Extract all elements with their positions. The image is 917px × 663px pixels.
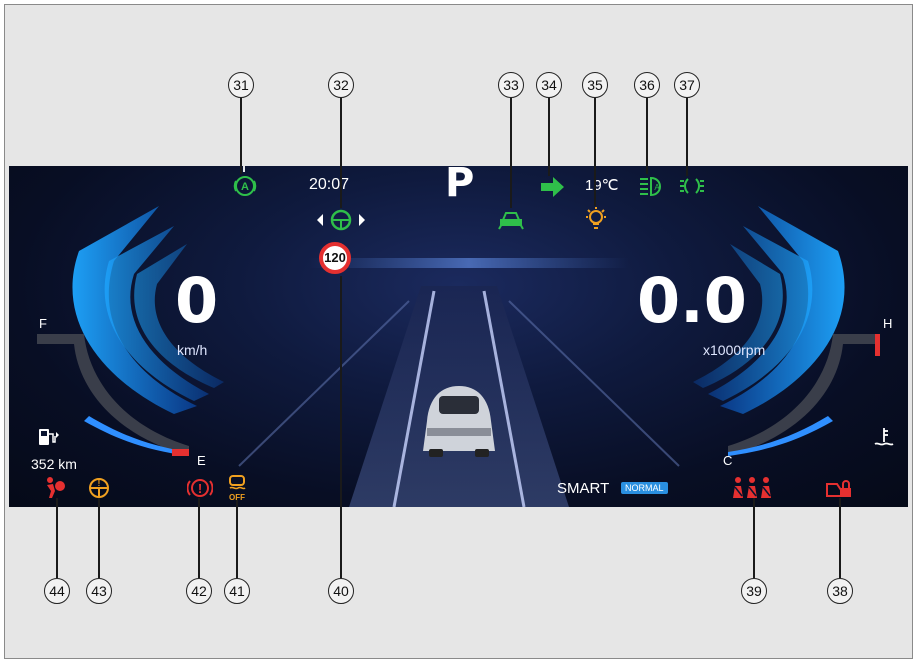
leader-35 — [594, 98, 596, 206]
temp-cold-label: C — [723, 453, 733, 468]
leader-33 — [510, 98, 512, 208]
esp-off-icon: OFF — [229, 475, 246, 502]
seatbelt-reminder-icon — [733, 477, 771, 498]
callout-38: 38 — [827, 578, 853, 604]
callout-33: 33 — [498, 72, 524, 98]
steering-fault-icon: ! — [89, 478, 109, 498]
drive-mode-badge: NORMAL — [621, 482, 668, 494]
fuel-empty-label: E — [197, 453, 206, 468]
bulb-fault-icon — [586, 207, 606, 229]
svg-text:A: A — [654, 183, 660, 192]
callout-41: 41 — [224, 578, 250, 604]
fuel-gauge-red-segment — [172, 449, 189, 456]
cluster-graphics — [37, 166, 880, 507]
leader-43 — [98, 498, 100, 578]
tach-unit: x1000rpm — [703, 342, 766, 358]
leader-34 — [548, 98, 550, 176]
callout-34: 34 — [536, 72, 562, 98]
leader-41 — [236, 500, 238, 578]
callout-44: 44 — [44, 578, 70, 604]
tach-readout: 0.0 — [637, 264, 747, 337]
callout-40: 40 — [328, 578, 354, 604]
svg-text:!: ! — [98, 479, 101, 488]
leader-31 — [240, 98, 242, 174]
leader-32 — [340, 98, 342, 208]
temp-gauge-red-segment — [875, 334, 880, 356]
door-lock-icon — [826, 480, 851, 497]
callout-35: 35 — [582, 72, 608, 98]
turn-signal-icon — [541, 177, 564, 197]
callout-42: 42 — [186, 578, 212, 604]
clock: 20:07 — [309, 176, 350, 193]
coolant-temp-icon — [874, 428, 894, 446]
speed-unit: km/h — [177, 342, 208, 358]
leader-36 — [646, 98, 648, 174]
callout-36: 36 — [634, 72, 660, 98]
speed-readout: 0 — [175, 264, 219, 337]
temp-hot-label: H — [883, 316, 893, 331]
callout-32: 32 — [328, 72, 354, 98]
auto-headlight-icon: A — [640, 176, 661, 197]
instrument-cluster: A 20:07 P 19℃ A 120 0 km/h 0.0 x1000rpm … — [9, 166, 908, 507]
drive-mode-label: SMART — [557, 480, 610, 497]
svg-text:!: ! — [198, 481, 202, 496]
speed-limit-value: 120 — [324, 250, 346, 265]
steering-assist-icon — [317, 209, 365, 231]
front-vehicle-icon — [498, 212, 524, 230]
leader-38 — [839, 498, 841, 578]
callout-31: 31 — [228, 72, 254, 98]
fuel-full-label: F — [39, 316, 47, 331]
leader-44 — [56, 498, 58, 578]
callout-43: 43 — [86, 578, 112, 604]
horizon-glow — [309, 258, 629, 268]
outside-temperature: 19℃ — [585, 177, 619, 194]
leader-39 — [753, 498, 755, 578]
leader-37 — [686, 98, 688, 176]
callout-39: 39 — [741, 578, 767, 604]
leader-40 — [340, 276, 342, 578]
fuel-pump-icon — [39, 429, 59, 445]
gear-indicator: P — [445, 166, 475, 206]
position-lamp-icon — [680, 178, 704, 194]
airbag-warning-icon — [47, 477, 65, 498]
leader-42 — [198, 498, 200, 578]
fuel-range: 352 km — [31, 456, 77, 472]
auto-hold-icon: A — [233, 176, 257, 196]
callout-37: 37 — [674, 72, 700, 98]
brake-warning-icon: ! — [187, 479, 213, 497]
svg-text:A: A — [241, 181, 249, 193]
speed-limit-sign: 120 — [319, 242, 351, 274]
